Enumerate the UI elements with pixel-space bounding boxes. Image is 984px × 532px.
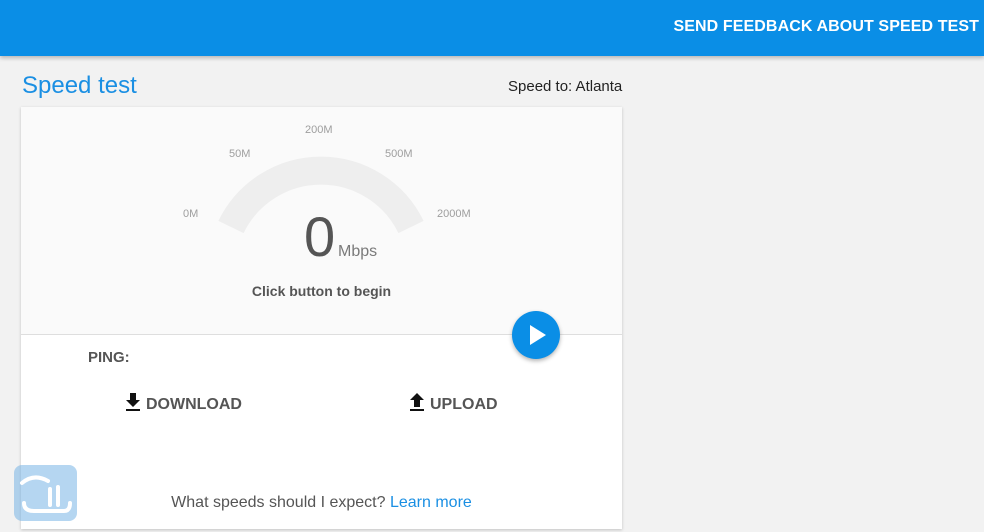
download-label: DOWNLOAD bbox=[146, 396, 242, 413]
upload-label: UPLOAD bbox=[430, 396, 498, 413]
expectation-question: What speeds should I expect? bbox=[171, 494, 386, 511]
download-result: DOWNLOAD bbox=[125, 393, 242, 414]
speed-value: 0 bbox=[304, 205, 336, 268]
gauge-tick-0m: 0M bbox=[183, 208, 199, 220]
upload-arrow-icon bbox=[410, 393, 424, 411]
watermark-logo-icon bbox=[20, 475, 72, 513]
expectation-note: What speeds should I expect? Learn more bbox=[21, 494, 622, 512]
learn-more-link[interactable]: Learn more bbox=[390, 494, 472, 511]
ping-label: PING: bbox=[88, 349, 130, 366]
watermark-logo bbox=[14, 465, 77, 521]
gauge-tick-200m: 200M bbox=[305, 124, 333, 136]
gauge-tick-50m: 50M bbox=[229, 148, 251, 160]
speed-to-location: Speed to: Atlanta bbox=[508, 78, 623, 95]
gauge-panel: 0M 50M 200M 500M 2000M 0 Mbps Click butt… bbox=[21, 107, 622, 335]
page-title: Speed test bbox=[22, 72, 137, 99]
gauge-tick-2000m: 2000M bbox=[437, 208, 471, 220]
speed-test-card: 0M 50M 200M 500M 2000M 0 Mbps Click butt… bbox=[21, 107, 622, 529]
play-icon bbox=[530, 325, 546, 345]
top-bar: SEND FEEDBACK ABOUT SPEED TEST bbox=[0, 0, 984, 56]
start-hint: Click button to begin bbox=[251, 283, 392, 299]
start-test-button[interactable] bbox=[512, 311, 560, 359]
upload-result: UPLOAD bbox=[409, 393, 498, 414]
gauge-tick-500m: 500M bbox=[385, 148, 413, 160]
speed-unit: Mbps bbox=[338, 243, 378, 260]
download-arrow-icon bbox=[126, 393, 140, 411]
send-feedback-link[interactable]: SEND FEEDBACK ABOUT SPEED TEST bbox=[673, 18, 979, 36]
